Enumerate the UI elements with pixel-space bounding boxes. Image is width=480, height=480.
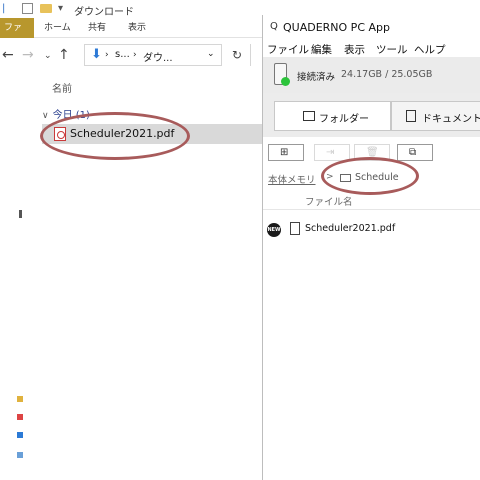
ribbon-tab-file[interactable]: ファイル (0, 18, 34, 53)
back-arrow-icon[interactable]: ← (2, 47, 14, 63)
new-folder-icon: ⊞ (280, 147, 289, 158)
nav-pictures-icon[interactable] (17, 414, 23, 420)
tab-folder-label: フォルダー (319, 114, 369, 125)
device-status-bar: 接続済み 24.17GB / 25.05GB (263, 57, 480, 93)
list-item[interactable]: NEW Scheduler2021.pdf (263, 218, 480, 238)
document-icon (406, 110, 416, 122)
menu-edit[interactable]: 編集 (311, 42, 332, 57)
delete-button[interactable]: 🗑 (354, 144, 390, 161)
new-badge: NEW (267, 223, 281, 237)
address-box[interactable]: ⬇ › s... › ダウ... ⌄ (84, 44, 222, 66)
nav-desktop-icon[interactable] (17, 432, 23, 438)
properties-checkbox-icon[interactable] (22, 3, 33, 14)
upload-folder-icon: ⧉ (409, 147, 417, 158)
connection-status: 接続済み (297, 72, 336, 83)
ribbon-tabs: ファイル ホーム 共有 表示 (0, 18, 262, 53)
menu-view[interactable]: 表示 (344, 42, 365, 57)
quaderno-title: QUADERNO PC App (283, 21, 390, 34)
explorer-title: ダウンロード (74, 7, 134, 18)
ribbon-tab-home[interactable]: ホーム (40, 18, 75, 38)
tab-folder[interactable]: フォルダー (274, 101, 391, 131)
file-name[interactable]: Scheduler2021.pdf (70, 127, 174, 140)
menu-help[interactable]: ヘルプ (414, 42, 446, 57)
view-tabs: フォルダー ドキュメント (263, 93, 480, 137)
move-button[interactable]: ⇥ (314, 144, 350, 161)
column-header-name[interactable]: 名前 (52, 80, 72, 95)
upload-folder-button[interactable]: ⧉ (397, 144, 433, 161)
address-dropdown-icon[interactable]: ⌄ (207, 49, 215, 59)
nav-pc-icon[interactable] (17, 452, 23, 458)
file-list-area: 名前 ∨ 今日 (1) Scheduler2021.pdf (38, 74, 262, 480)
breadcrumb-current[interactable]: Schedule (355, 172, 399, 183)
file-name[interactable]: Scheduler2021.pdf (305, 223, 395, 234)
forward-arrow-icon[interactable]: → (22, 47, 34, 63)
tab-documents-label: ドキュメント (422, 114, 480, 125)
pdf-file-icon (290, 222, 300, 235)
quick-access-dropdown-icon[interactable]: ▾ (58, 3, 63, 14)
navigation-pane (0, 74, 38, 480)
address-crumb-current[interactable]: ダウ... (143, 49, 173, 64)
breadcrumb-root[interactable]: 本体メモリ (268, 172, 316, 186)
column-header-filename[interactable]: ファイル名 (305, 194, 353, 208)
file-explorer-window: | ▾ ダウンロード ファイル ホーム 共有 表示 ← → ⌄ ↑ ⬇ › s.… (0, 0, 262, 480)
address-bar-row: ← → ⌄ ↑ ⬇ › s... › ダウ... ⌄ ↻ (0, 38, 262, 74)
crumb-separator-icon: › (133, 50, 137, 60)
group-header-today[interactable]: ∨ 今日 (1) (42, 106, 90, 121)
screen: | ▾ ダウンロード ファイル ホーム 共有 表示 ← → ⌄ ↑ ⬇ › s.… (0, 0, 480, 480)
move-icon: ⇥ (326, 147, 335, 158)
refresh-icon[interactable]: ↻ (232, 48, 242, 62)
pdf-file-icon (54, 127, 66, 141)
menu-file[interactable]: ファイル (267, 42, 309, 57)
search-box-edge[interactable] (250, 44, 262, 66)
breadcrumb-folder-icon (340, 174, 351, 182)
download-arrow-icon: ⬇ (91, 47, 102, 62)
crumb-separator-icon: › (105, 50, 109, 60)
file-row-selected[interactable]: Scheduler2021.pdf (42, 124, 262, 144)
menu-tools[interactable]: ツール (376, 42, 408, 57)
folder-toolbar: ⊞ ⇥ 🗑 ⧉ (263, 137, 480, 167)
delete-icon: 🗑 (366, 147, 379, 158)
ribbon-tab-view[interactable]: 表示 (124, 18, 150, 38)
address-crumb-parent[interactable]: s... (115, 49, 130, 60)
quaderno-logo-icon: Q (270, 21, 278, 32)
up-arrow-icon[interactable]: ↑ (58, 47, 70, 63)
list-divider (263, 209, 480, 210)
breadcrumb-separator: > (326, 172, 334, 182)
new-folder-button[interactable]: ⊞ (268, 144, 304, 161)
connected-indicator-icon (281, 77, 290, 86)
nav-pane-scroll-icon (19, 210, 22, 218)
nav-folder-icon[interactable] (17, 396, 23, 402)
pin-icon[interactable]: | (2, 3, 5, 14)
quaderno-title-bar: Q QUADERNO PC App (263, 15, 480, 41)
ribbon-tab-share[interactable]: 共有 (84, 18, 110, 38)
new-folder-quick-icon[interactable] (40, 4, 52, 13)
tab-documents[interactable]: ドキュメント (391, 101, 480, 131)
quaderno-menu-bar: ファイル 編集 表示 ツール ヘルプ (263, 41, 480, 57)
quaderno-app-window: Q QUADERNO PC App ファイル 編集 表示 ツール ヘルプ 接続済… (262, 15, 480, 480)
storage-usage: 24.17GB / 25.05GB (341, 69, 433, 80)
explorer-title-bar: | ▾ ダウンロード (0, 0, 262, 18)
collapse-chevron-icon[interactable]: ∨ (42, 111, 49, 121)
folder-icon (303, 111, 315, 121)
group-label: 今日 (1) (52, 110, 90, 121)
recent-locations-chevron-icon[interactable]: ⌄ (44, 51, 52, 61)
